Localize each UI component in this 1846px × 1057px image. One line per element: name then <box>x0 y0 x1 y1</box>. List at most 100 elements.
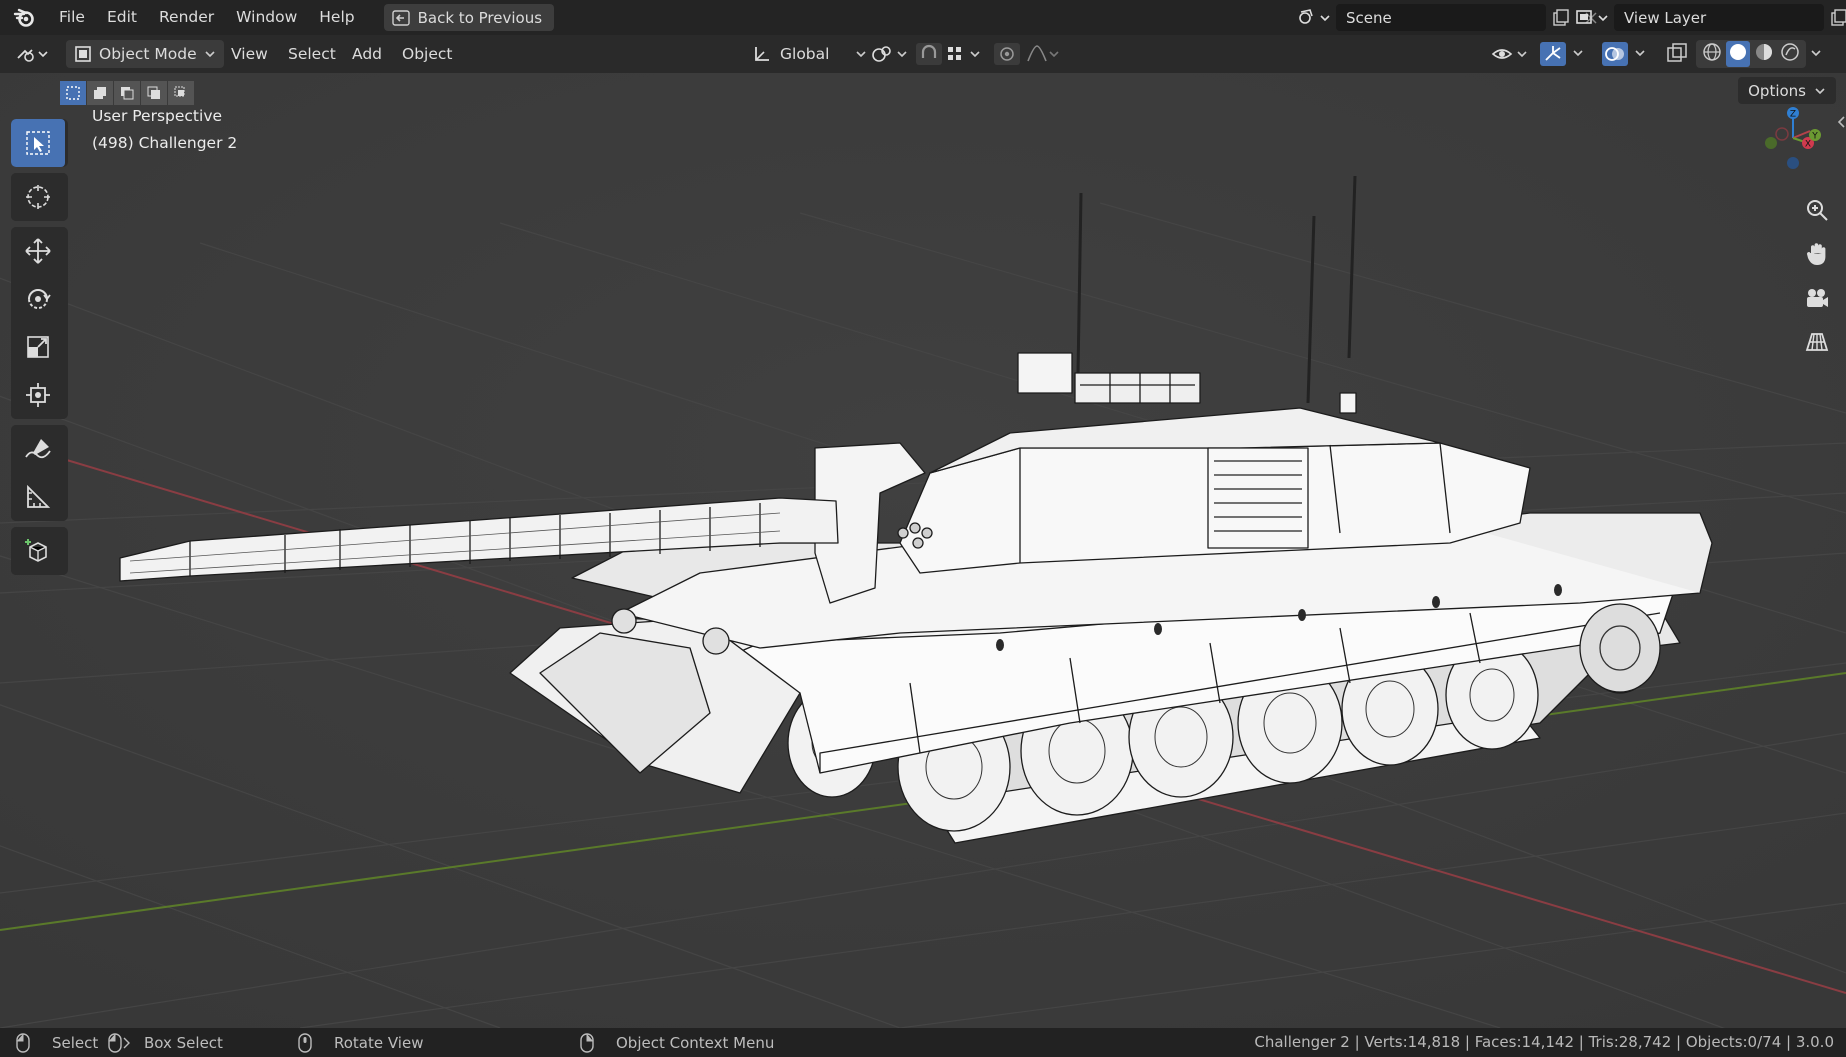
chevron-down-icon <box>1815 87 1825 94</box>
back-to-previous-label: Back to Previous <box>417 8 543 27</box>
scale-tool-icon[interactable] <box>11 323 65 371</box>
material-preview-icon[interactable] <box>1752 41 1776 67</box>
annotate-tool-icon[interactable] <box>11 425 65 473</box>
select-extend-icon[interactable] <box>87 81 113 105</box>
transform-tool-icon[interactable] <box>11 371 65 419</box>
select-mode-buttons <box>60 81 194 105</box>
transform-orientation-dropdown[interactable]: Global <box>752 40 867 68</box>
select-subtract-icon[interactable] <box>114 81 140 105</box>
object-mode-label: Object Mode <box>99 45 197 63</box>
back-to-previous-button[interactable]: Back to Previous <box>383 4 555 31</box>
pan-hand-icon[interactable] <box>1798 235 1836 273</box>
active-object-label: (498) Challenger 2 <box>92 134 238 152</box>
scene-statistics: Challenger 2 | Verts:14,818 | Faces:14,1… <box>1254 1033 1834 1051</box>
xray-toggle-icon[interactable] <box>1664 40 1690 68</box>
cursor-tool-icon[interactable] <box>11 173 65 221</box>
rendered-shading-icon[interactable] <box>1778 41 1802 67</box>
view-layer-selector: View Layer <box>1570 4 1846 31</box>
view-layer-name-field[interactable]: View Layer <box>1614 4 1824 31</box>
neg-z-axis-icon[interactable] <box>1787 157 1799 169</box>
scene-browse-icon[interactable] <box>1292 4 1336 31</box>
svg-text:Z: Z <box>1790 110 1796 120</box>
perspective-label: User Perspective <box>92 107 223 125</box>
solid-shading-icon[interactable] <box>1726 41 1750 67</box>
header-menu-view[interactable]: View <box>221 40 278 68</box>
status-box-select-label: Box Select <box>144 1033 223 1052</box>
neg-y-axis-icon[interactable] <box>1765 137 1777 149</box>
shading-mode-group <box>1696 40 1806 68</box>
svg-text:X: X <box>1805 140 1811 150</box>
chevron-down-icon <box>205 51 215 58</box>
measure-tool-icon[interactable] <box>11 473 65 521</box>
neg-x-axis-icon[interactable] <box>1775 127 1789 141</box>
perspective-ortho-grid-icon[interactable] <box>1798 323 1836 361</box>
select-intersect-icon[interactable] <box>168 81 194 105</box>
status-box-select: Box Select <box>108 1028 223 1057</box>
chevron-down-icon <box>856 51 867 58</box>
options-label: Options <box>1748 81 1806 100</box>
mouse-middle-icon <box>298 1032 312 1053</box>
scene-selector: Scene <box>1292 4 1606 31</box>
menu-edit[interactable]: Edit <box>96 0 148 35</box>
orientation-axis-icon <box>755 47 769 61</box>
mouse-left-icon <box>16 1032 30 1053</box>
header-menu-object[interactable]: Object <box>392 40 462 68</box>
snap-target-icon[interactable] <box>946 40 984 68</box>
pivot-point-icon[interactable] <box>870 40 908 68</box>
status-select-label: Select <box>52 1033 99 1052</box>
scene-name: Scene <box>1346 8 1392 27</box>
select-new-icon[interactable] <box>60 81 86 105</box>
status-select: Select <box>16 1028 98 1057</box>
view-layer-name: View Layer <box>1624 8 1707 27</box>
camera-view-icon[interactable] <box>1798 279 1836 317</box>
select-box-tool-icon[interactable] <box>11 119 65 167</box>
navigation-gizmo[interactable]: Z X Y <box>1758 103 1828 177</box>
tool-shelf <box>11 119 68 581</box>
menu-file[interactable]: File <box>48 0 96 35</box>
viewport-info: User Perspective (498) Challenger 2 <box>92 103 237 157</box>
header-menu-select[interactable]: Select <box>278 40 346 68</box>
back-arrow-icon <box>391 9 410 26</box>
blender-logo-icon[interactable] <box>0 0 48 35</box>
3d-viewport[interactable]: User Perspective (498) Challenger 2 Opti… <box>0 73 1846 1028</box>
status-rotate-view: Rotate View <box>298 1028 423 1057</box>
status-context-menu: Object Context Menu <box>580 1028 774 1057</box>
select-invert-icon[interactable] <box>141 81 167 105</box>
overlays-toggle-icon[interactable] <box>1602 40 1628 68</box>
editor-type-icon[interactable] <box>16 40 50 68</box>
menu-help[interactable]: Help <box>308 0 365 35</box>
gizmo-toggle-icon[interactable] <box>1540 40 1566 68</box>
mouse-right-icon <box>580 1032 594 1053</box>
shading-dropdown-icon[interactable] <box>1808 40 1826 68</box>
options-dropdown[interactable]: Options <box>1738 77 1836 104</box>
scene-name-field[interactable]: Scene <box>1336 4 1546 31</box>
view-layer-browse-icon[interactable] <box>1570 4 1614 31</box>
new-view-layer-icon[interactable] <box>1824 4 1846 31</box>
proportional-editing-icon[interactable] <box>994 40 1020 68</box>
sidebar-toggle-icon[interactable] <box>1836 115 1846 133</box>
visibility-dropdown-icon[interactable] <box>1490 40 1530 68</box>
object-mode-dropdown[interactable]: Object Mode <box>66 40 224 68</box>
viewport-grid <box>0 73 1846 1028</box>
mouse-drag-icon <box>108 1032 130 1053</box>
proportional-falloff-icon[interactable] <box>1026 40 1062 68</box>
gizmo-dropdown-icon[interactable] <box>1570 40 1588 68</box>
move-tool-icon[interactable] <box>11 227 65 275</box>
wireframe-shading-icon[interactable] <box>1700 41 1724 67</box>
viewport-header: Object Mode View Select Add Object Globa… <box>0 35 1846 73</box>
zoom-icon[interactable] <box>1798 191 1836 229</box>
status-rotate-view-label: Rotate View <box>334 1033 424 1052</box>
overlays-dropdown-icon[interactable] <box>1632 40 1650 68</box>
menu-render[interactable]: Render <box>148 0 225 35</box>
status-context-menu-label: Object Context Menu <box>616 1033 775 1052</box>
status-bar: Select Box Select Rotate View Object Con… <box>0 1028 1846 1057</box>
top-menu-bar: File Edit Render Window Help Back to Pre… <box>0 0 1846 35</box>
snap-toggle-icon[interactable] <box>916 40 942 68</box>
transform-orientation-label: Global <box>780 45 830 63</box>
add-cube-tool-icon[interactable] <box>11 527 65 575</box>
menu-window[interactable]: Window <box>225 0 308 35</box>
navigation-buttons <box>1798 191 1836 361</box>
svg-text:Y: Y <box>1811 132 1818 142</box>
header-menu-add[interactable]: Add <box>342 40 392 68</box>
rotate-tool-icon[interactable] <box>11 275 65 323</box>
